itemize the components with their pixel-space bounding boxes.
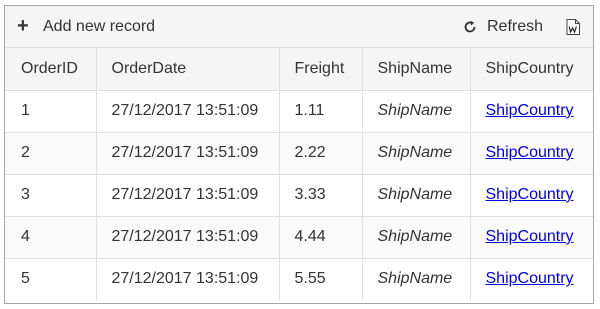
cell-shipcountry: ShipCountry (469, 216, 593, 258)
plus-icon: + (17, 14, 29, 37)
shipcountry-link[interactable]: ShipCountry (486, 270, 574, 287)
table-row[interactable]: 2 27/12/2017 13:51:09 2.22 ShipName Ship… (5, 132, 593, 174)
cell-shipname: ShipName (361, 132, 470, 174)
cell-orderdate: 27/12/2017 13:51:09 (95, 132, 279, 174)
refresh-label: Refresh (487, 17, 544, 35)
cell-orderid: 2 (21, 144, 30, 161)
cell-freight: 3.33 (278, 174, 362, 216)
table-row[interactable]: 1 27/12/2017 13:51:09 1.11 ShipName Ship… (5, 90, 593, 132)
shipcountry-link[interactable]: ShipCountry (486, 102, 574, 119)
cell-shipname: ShipName (361, 90, 470, 132)
cell-freight: 1.11 (278, 90, 362, 132)
add-record-label: Add new record (43, 17, 156, 35)
table-row[interactable]: 3 27/12/2017 13:51:09 3.33 ShipName Ship… (5, 174, 593, 216)
cell-shipname: ShipName (361, 216, 470, 258)
cell-orderdate: 27/12/2017 13:51:09 (95, 90, 279, 132)
table-row[interactable]: 5 27/12/2017 13:51:09 5.55 ShipName Ship… (5, 258, 593, 300)
cell-shipcountry: ShipCountry (469, 90, 593, 132)
refresh-icon (463, 20, 477, 34)
cell-orderid: 5 (21, 270, 30, 288)
shipcountry-link[interactable]: ShipCountry (486, 144, 574, 161)
shipcountry-link[interactable]: ShipCountry (486, 186, 574, 203)
cell-shipcountry: ShipCountry (469, 132, 593, 174)
add-record-button[interactable]: + Add new record (17, 6, 155, 47)
grid-toolbar: + Add new record Refresh (5, 6, 593, 48)
cell-orderid: 4 (21, 228, 30, 245)
cell-shipcountry: ShipCountry (469, 258, 593, 300)
cell-orderid: 3 (21, 186, 30, 203)
word-export-icon (566, 18, 580, 35)
refresh-button[interactable]: Refresh (463, 6, 543, 47)
cell-freight: 4.44 (278, 216, 362, 258)
cell-freight: 5.55 (278, 258, 362, 300)
orders-grid: + Add new record Refresh OrderID OrderDa… (4, 5, 594, 304)
cell-orderdate: 27/12/2017 13:51:09 (95, 258, 279, 300)
column-header-orderdate[interactable]: OrderDate (95, 48, 279, 91)
column-header-shipname[interactable]: ShipName (361, 48, 470, 91)
cell-orderdate: 27/12/2017 13:51:09 (95, 174, 279, 216)
column-header-freight[interactable]: Freight (278, 48, 362, 91)
cell-shipcountry: ShipCountry (469, 174, 593, 216)
column-header-shipcountry[interactable]: ShipCountry (469, 48, 593, 91)
orders-table: OrderID OrderDate Freight ShipName ShipC… (5, 48, 593, 300)
cell-orderdate: 27/12/2017 13:51:09 (95, 216, 279, 258)
cell-shipname: ShipName (361, 174, 470, 216)
cell-orderid: 1 (21, 102, 30, 119)
shipcountry-link[interactable]: ShipCountry (486, 228, 574, 245)
column-header-orderid[interactable]: OrderID (5, 48, 96, 91)
header-row: OrderID OrderDate Freight ShipName ShipC… (5, 48, 593, 91)
table-row[interactable]: 4 27/12/2017 13:51:09 4.44 ShipName Ship… (5, 216, 593, 258)
cell-shipname: ShipName (361, 258, 470, 300)
cell-freight: 2.22 (278, 132, 362, 174)
export-word-button[interactable] (566, 6, 580, 47)
